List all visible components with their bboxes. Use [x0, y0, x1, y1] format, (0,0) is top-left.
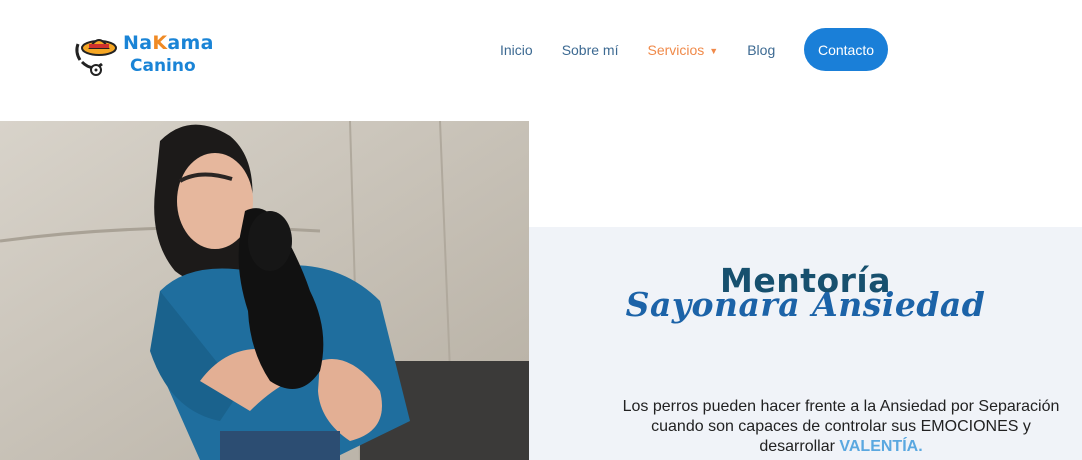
photo-illustration — [0, 121, 529, 460]
description-highlight: VALENTÍA. — [839, 438, 923, 455]
nav-item-inicio[interactable]: Inicio — [500, 42, 533, 58]
site-logo[interactable]: NaKama Canino — [72, 30, 217, 80]
nav-item-sobre-mi[interactable]: Sobre mí — [562, 42, 619, 58]
nav-item-servicios[interactable]: Servicios ▼ — [648, 42, 719, 58]
nav-item-blog[interactable]: Blog — [747, 42, 775, 58]
brand-name-line1: NaKama — [123, 32, 214, 54]
dog-straw-hat-logo-icon — [75, 39, 117, 76]
main-nav: Inicio Sobre mí Servicios ▼ Blog — [500, 28, 804, 72]
brand-name-line2: Canino — [130, 56, 196, 76]
section-subtitle: Sayonara Ansiedad — [625, 285, 986, 324]
contact-button[interactable]: Contacto — [804, 28, 888, 71]
hero-photo-woman-with-dog — [0, 121, 529, 460]
chevron-down-icon: ▼ — [709, 46, 719, 56]
nav-item-servicios-label: Servicios — [647, 42, 705, 58]
section-description: Los perros pueden hacer frente a la Ansi… — [621, 397, 1061, 457]
mentoring-section: Mentoría Sayonara Ansiedad Los perros pu… — [529, 227, 1082, 460]
site-header: NaKama Canino Inicio Sobre mí Servicios ▼… — [0, 0, 1082, 100]
